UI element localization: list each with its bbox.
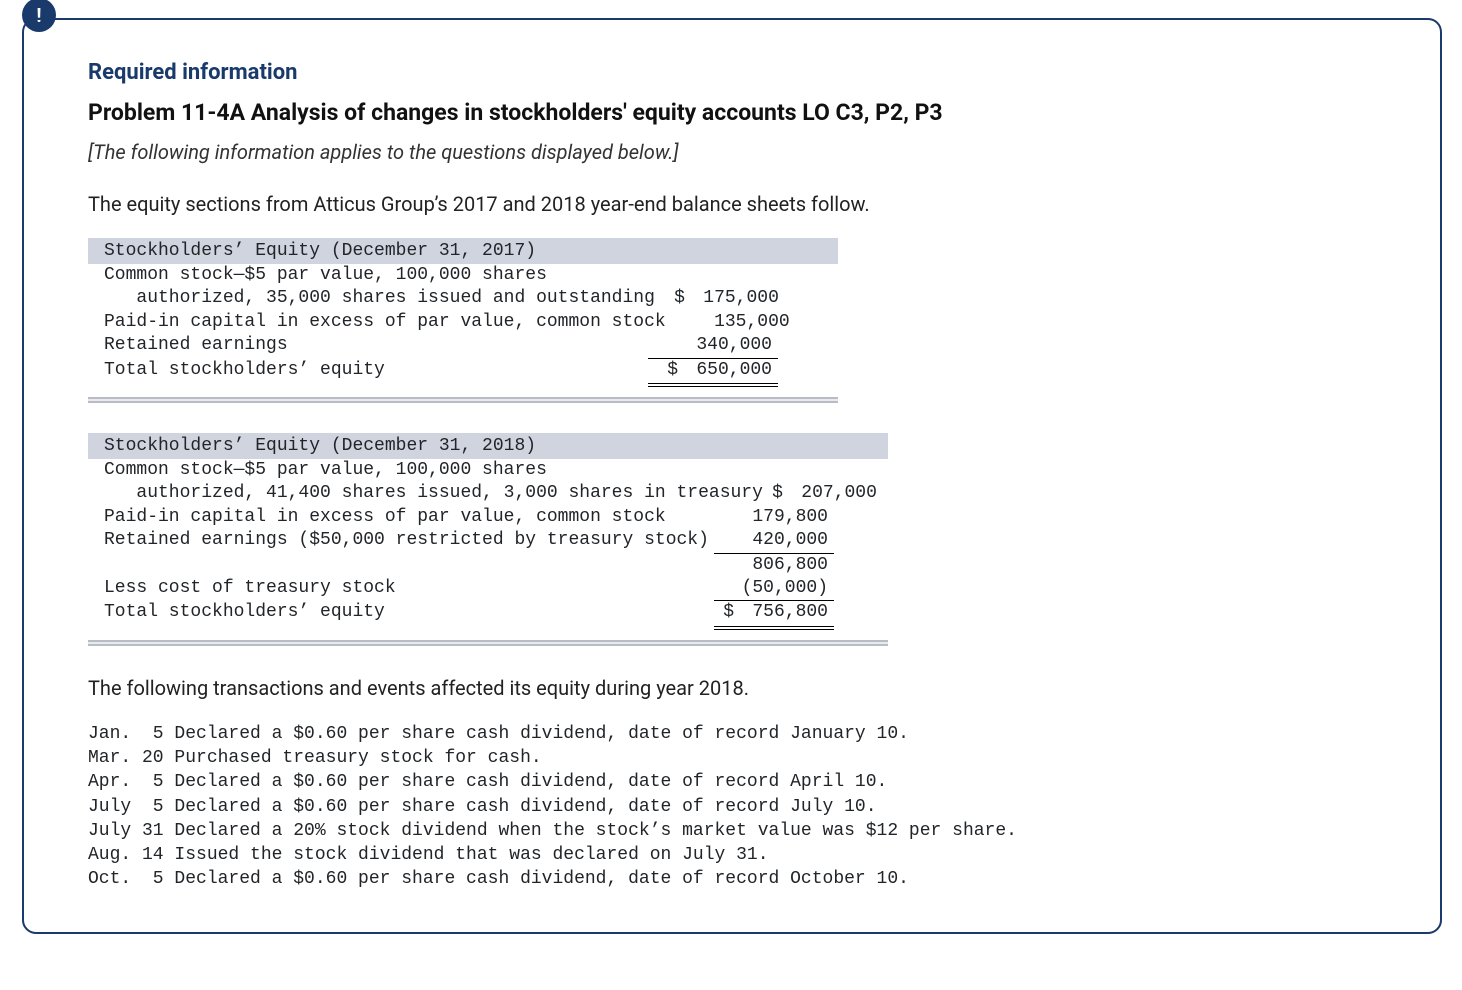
page: ! Required information Problem 11-4A Ana… <box>0 0 1462 990</box>
list-item: July 5 Declared a $0.60 per share cash d… <box>88 797 877 817</box>
equity-2017-header: Stockholders’ Equity (December 31, 2017) <box>88 238 838 264</box>
list-item: July 31 Declared a 20% stock dividend wh… <box>88 821 1017 841</box>
row-desc: Less cost of treasury stock <box>88 577 714 601</box>
row-sym <box>714 459 734 482</box>
table-row: Less cost of treasury stock (50,000) <box>88 577 888 601</box>
list-item: Apr. 5 Declared a $0.60 per share cash d… <box>88 772 887 792</box>
row-desc: Total stockholders’ equity <box>88 359 648 387</box>
row-desc <box>88 554 714 577</box>
equity-block-2017: Stockholders’ Equity (December 31, 2017)… <box>88 238 838 403</box>
table-row-total: Total stockholders’ equity $ 650,000 <box>88 359 838 387</box>
list-item: Jan. 5 Declared a $0.60 per share cash d… <box>88 724 909 744</box>
info-card: Required information Problem 11-4A Analy… <box>22 18 1442 934</box>
transactions-intro: The following transactions and events af… <box>88 676 1404 700</box>
list-item: Aug. 14 Issued the stock dividend that w… <box>88 845 769 865</box>
row-val: 207,000 <box>783 482 883 505</box>
block-separator <box>88 397 838 403</box>
row-desc: Total stockholders’ equity <box>88 601 714 629</box>
instruction-text: [The following information applies to th… <box>88 140 1404 164</box>
row-val: 175,000 <box>685 287 785 310</box>
equity-block-2018: Stockholders’ Equity (December 31, 2018)… <box>88 433 888 646</box>
row-val: 179,800 <box>734 506 834 529</box>
table-row: Retained earnings ($50,000 restricted by… <box>88 529 888 553</box>
row-sym <box>648 334 678 358</box>
row-desc: Retained earnings ($50,000 restricted by… <box>88 529 714 553</box>
list-item: Mar. 20 Purchased treasury stock for cas… <box>88 748 542 768</box>
row-sym <box>648 264 678 287</box>
row-val: 756,800 <box>734 601 834 629</box>
problem-title: Problem 11-4A Analysis of changes in sto… <box>88 99 1404 126</box>
row-val: 340,000 <box>678 334 778 358</box>
row-sym: $ <box>648 359 678 387</box>
table-row: authorized, 41,400 shares issued, 3,000 … <box>88 482 888 505</box>
table-row: Common stock—$5 par value, 100,000 share… <box>88 459 888 482</box>
row-val: 420,000 <box>734 529 834 553</box>
row-val: 806,800 <box>734 554 834 577</box>
row-sym <box>714 577 734 601</box>
row-sym <box>714 554 734 577</box>
row-val: 650,000 <box>678 359 778 387</box>
row-desc: Paid-in capital in excess of par value, … <box>88 311 666 334</box>
table-row: Paid-in capital in excess of par value, … <box>88 311 838 334</box>
row-val: (50,000) <box>734 577 834 601</box>
row-val <box>734 459 834 482</box>
table-row-subtotal: 806,800 <box>88 554 888 577</box>
row-sym: $ <box>655 287 685 310</box>
equity-2018-header: Stockholders’ Equity (December 31, 2018) <box>88 433 888 459</box>
row-sym <box>666 311 696 334</box>
row-sym <box>714 506 734 529</box>
row-desc: Common stock—$5 par value, 100,000 share… <box>88 459 714 482</box>
block-separator <box>88 640 888 646</box>
row-desc: Paid-in capital in excess of par value, … <box>88 506 714 529</box>
list-item: Oct. 5 Declared a $0.60 per share cash d… <box>88 869 909 889</box>
transactions-list: Jan. 5 Declared a $0.60 per share cash d… <box>88 722 1404 892</box>
table-row: Common stock—$5 par value, 100,000 share… <box>88 264 838 287</box>
row-desc: authorized, 35,000 shares issued and out… <box>88 287 655 310</box>
table-row: authorized, 35,000 shares issued and out… <box>88 287 838 310</box>
row-desc: Retained earnings <box>88 334 648 358</box>
row-sym: $ <box>763 482 783 505</box>
row-desc: Common stock—$5 par value, 100,000 share… <box>88 264 648 287</box>
table-row-total: Total stockholders’ equity $ 756,800 <box>88 601 888 629</box>
row-val <box>678 264 778 287</box>
intro-text: The equity sections from Atticus Group’s… <box>88 192 1404 216</box>
row-sym: $ <box>714 601 734 629</box>
row-desc: authorized, 41,400 shares issued, 3,000 … <box>88 482 763 505</box>
table-row: Paid-in capital in excess of par value, … <box>88 506 888 529</box>
row-val: 135,000 <box>696 311 796 334</box>
table-row: Retained earnings 340,000 <box>88 334 838 358</box>
required-info-heading: Required information <box>88 60 1404 85</box>
row-sym <box>714 529 734 553</box>
